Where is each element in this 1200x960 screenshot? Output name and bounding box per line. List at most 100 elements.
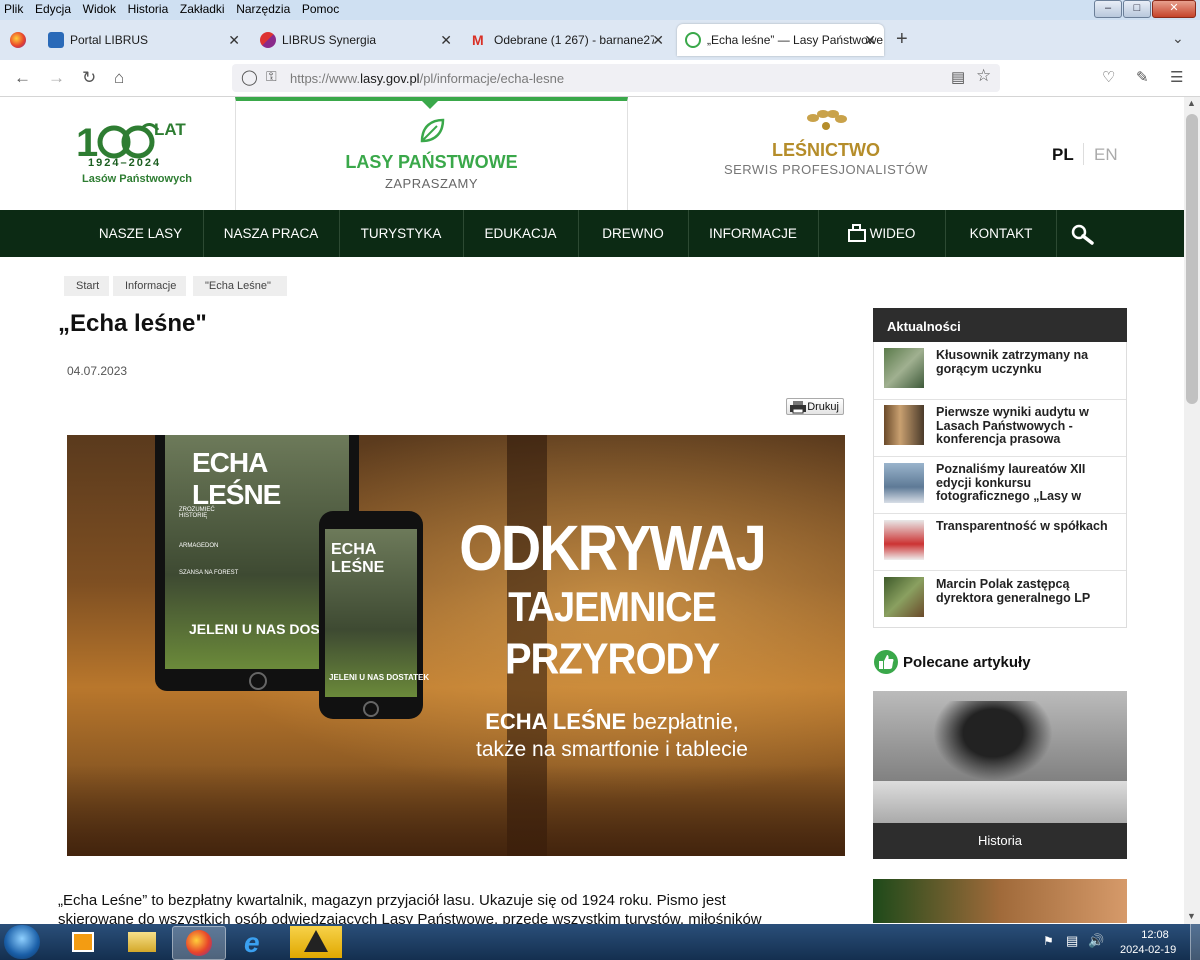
lesnictwo-title[interactable]: LEŚNICTWO [628, 140, 1024, 161]
taskbar-media-player[interactable] [58, 926, 110, 958]
reload-icon[interactable]: ↻ [82, 68, 96, 88]
close-window-button[interactable]: ✕ [1152, 0, 1196, 18]
scroll-down-arrow-icon[interactable]: ▼ [1187, 911, 1196, 921]
nav-nasza-praca[interactable]: NASZA PRACA [203, 210, 340, 257]
tab-close-icon[interactable]: ✕ [652, 32, 664, 49]
tab-list-chevron-icon[interactable]: ⌄ [1172, 30, 1184, 47]
nav-nasze-lasy[interactable]: NASZE LASY [78, 210, 204, 257]
news-thumb-5[interactable] [884, 577, 924, 617]
printer-icon [790, 401, 806, 414]
tab-librus-synergia[interactable]: LIBRUS Synergia ✕ [252, 24, 462, 56]
media-player-icon [72, 932, 94, 952]
home-icon[interactable]: ⌂ [114, 68, 124, 88]
url-text[interactable]: https://www.lasy.gov.pl/pl/informacje/ec… [290, 71, 564, 86]
tab-bar: Portal LIBRUS ✕ LIBRUS Synergia ✕ M Odeb… [0, 20, 1200, 60]
reader-view-icon[interactable]: ▤ [951, 68, 965, 86]
historia-photo[interactable] [873, 691, 1127, 823]
minimize-button[interactable]: – [1094, 0, 1122, 18]
tab-close-icon[interactable]: ✕ [864, 32, 876, 49]
news-link-2[interactable]: Pierwsze wyniki audytu w Lasach Państwow… [936, 405, 1116, 447]
show-desktop-button[interactable] [1190, 924, 1200, 960]
volume-icon[interactable]: 🔊 [1088, 933, 1104, 949]
tab-close-icon[interactable]: ✕ [440, 32, 452, 49]
banner-headline-1: ODKRYWAJ [459, 511, 767, 584]
leaf-icon [420, 118, 445, 143]
network-icon[interactable]: ▤ [1066, 933, 1078, 949]
start-button[interactable] [4, 925, 40, 959]
tab-echa-lesne[interactable]: „Echa leśne” — Lasy Państwowe ✕ [677, 24, 884, 56]
lang-pl-link[interactable]: PL [1052, 145, 1074, 165]
firefox-icon[interactable] [10, 32, 26, 48]
action-center-flag-icon[interactable]: ⚑ [1043, 934, 1054, 948]
menu-historia[interactable]: Historia [124, 0, 173, 16]
lasy-panstwowe-title[interactable]: LASY PAŃSTWOWE [235, 152, 628, 173]
news-link-5[interactable]: Marcin Polak zastępcą dyrektora generaln… [936, 577, 1116, 605]
menu-narzedzia[interactable]: Narzędzia [232, 0, 294, 16]
lock-icon[interactable]: ⚿ [266, 68, 277, 85]
clock-date[interactable]: 2024-02-19 [1120, 944, 1176, 956]
breadcrumb-current: "Echa Leśne" [193, 276, 287, 296]
taskbar-firefox[interactable] [172, 926, 226, 960]
menu-plik[interactable]: Plik [0, 0, 27, 16]
news-link-4[interactable]: Transparentność w spółkach [936, 519, 1116, 534]
nav-drewno[interactable]: DREWNO [578, 210, 689, 257]
scrollbar-thumb[interactable] [1186, 114, 1198, 404]
nav-wideo[interactable]: WIDEO [818, 210, 946, 257]
phone-cover-line: JELENI U NAS DOSTATEK [329, 673, 430, 682]
extensions-icon[interactable]: ✎ [1136, 68, 1149, 86]
menu-edycja[interactable]: Edycja [31, 0, 75, 16]
lasy-panstwowe-subtitle: ZAPRASZAMY [384, 176, 479, 191]
tablet-item-1: ZROZUMIEĆ HISTORIĘ [179, 507, 215, 519]
logo-years-text: 1924–2024 [88, 157, 162, 169]
nav-kontakt[interactable]: KONTAKT [946, 210, 1057, 257]
search-icon[interactable] [1070, 223, 1096, 245]
tab-portal-librus[interactable]: Portal LIBRUS ✕ [40, 24, 250, 56]
taskbar-explorer[interactable] [116, 926, 168, 958]
tab-label: „Echa leśne” — Lasy Państwowe [707, 33, 884, 47]
active-tile-pointer [422, 101, 438, 109]
tab-label: Portal LIBRUS [70, 33, 149, 47]
tablet-home-button [249, 672, 267, 690]
shield-icon[interactable]: ◯ [241, 68, 258, 86]
news-thumb-2[interactable] [884, 405, 924, 445]
aktualnosci-heading: Aktualności [873, 308, 1127, 342]
news-thumb-4[interactable] [884, 520, 924, 560]
news-thumb-3[interactable] [884, 463, 924, 503]
url-prefix: https://www. [290, 71, 361, 86]
historia-figure [933, 701, 1053, 781]
lang-en-link[interactable]: EN [1094, 145, 1118, 165]
tablet-item-2: ARMAGEDON [179, 543, 219, 549]
lang-divider [1083, 143, 1084, 165]
nav-turystyka[interactable]: TURYSTYKA [339, 210, 464, 257]
back-arrow-icon[interactable]: ← [14, 68, 31, 88]
recommended-photo-2[interactable] [873, 879, 1127, 923]
bookmark-star-icon[interactable]: ☆ [976, 66, 991, 86]
maximize-button[interactable]: □ [1123, 0, 1151, 18]
menu-pomoc[interactable]: Pomoc [298, 0, 343, 16]
forward-arrow-icon[interactable]: → [48, 68, 65, 88]
tab-gmail[interactable]: M Odebrane (1 267) - barnane27@ ✕ [464, 24, 674, 56]
scroll-up-arrow-icon[interactable]: ▲ [1187, 98, 1196, 108]
news-thumb-1[interactable] [884, 348, 924, 388]
nav-informacje[interactable]: INFORMACJE [688, 210, 819, 257]
menu-zakladki[interactable]: Zakładki [176, 0, 229, 16]
taskbar-warning-app[interactable] [290, 926, 342, 958]
news-link-1[interactable]: Kłusownik zatrzymany na gorącym uczynku [936, 348, 1116, 376]
tab-close-icon[interactable]: ✕ [228, 32, 240, 49]
app-menu-icon[interactable]: ☰ [1170, 68, 1183, 86]
news-divider [874, 456, 1126, 457]
news-divider [874, 513, 1126, 514]
menu-widok[interactable]: Widok [79, 0, 120, 16]
breadcrumb-informacje[interactable]: Informacje [113, 276, 187, 296]
pocket-icon[interactable]: ♡ [1102, 68, 1115, 86]
librus-icon [48, 32, 64, 48]
news-divider [874, 570, 1126, 571]
taskbar-internet-explorer[interactable]: e [232, 926, 284, 958]
breadcrumb-start[interactable]: Start [64, 276, 110, 296]
new-tab-plus-icon[interactable]: + [896, 28, 908, 51]
clock-time[interactable]: 12:08 [1135, 929, 1175, 941]
nav-edukacja[interactable]: EDUKACJA [463, 210, 579, 257]
tab-label: LIBRUS Synergia [282, 33, 377, 47]
historia-link[interactable]: Historia [873, 823, 1127, 859]
news-link-3[interactable]: Poznaliśmy laureatów XII edycji konkursu… [936, 463, 1116, 504]
